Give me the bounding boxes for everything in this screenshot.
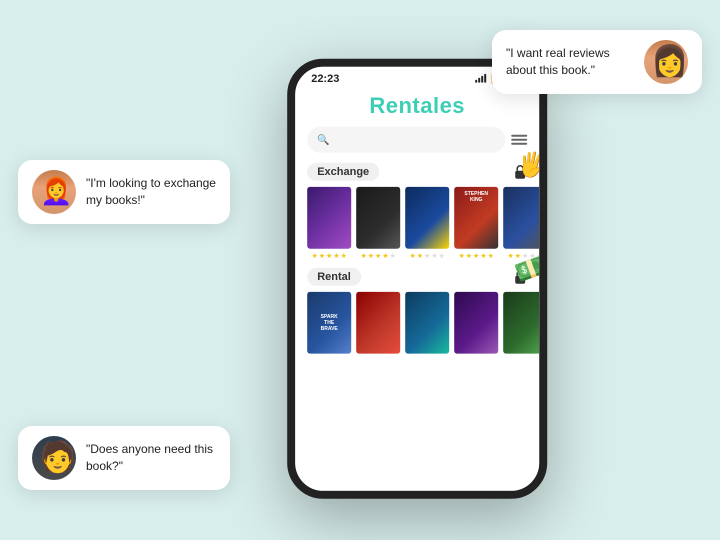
book-item[interactable]: ★★★★★ — [503, 187, 539, 260]
book-item[interactable]: ★★★★★ — [307, 187, 351, 260]
book-cover — [503, 187, 539, 249]
book-item[interactable]: SPARKTHEBRAVE — [307, 292, 351, 354]
book-cover — [405, 292, 449, 354]
bubble-reviews-text: "I want real reviews about this book." — [506, 45, 634, 79]
phone-screen: 22:23 📶 Rentales 🔍 — [295, 67, 539, 491]
book-item[interactable] — [405, 292, 449, 354]
book-cover — [405, 187, 449, 249]
exchange-book-grid: ★★★★★ ★★★★★ ★★★★★ STEP — [295, 187, 539, 260]
book-cover — [503, 292, 539, 354]
book-stars: ★★★★★ — [360, 252, 395, 260]
book-item[interactable] — [454, 292, 498, 354]
book-item[interactable] — [356, 292, 400, 354]
search-icon: 🔍 — [317, 134, 329, 145]
search-input[interactable]: 🔍 — [307, 127, 505, 153]
bubble-exchange-text: "I'm looking to exchange my books!" — [86, 175, 216, 209]
bubble-rental-avatar — [32, 436, 76, 480]
bubble-exchange: "I'm looking to exchange my books!" — [18, 160, 230, 224]
menu-button[interactable] — [511, 135, 527, 145]
status-time: 22:23 — [311, 73, 339, 85]
book-cover — [454, 292, 498, 354]
book-item[interactable]: ★★★★★ — [405, 187, 449, 260]
hand-decoration: 🖐️ — [515, 148, 539, 182]
bubble-exchange-avatar — [32, 170, 76, 214]
rental-book-grid: SPARKTHEBRAVE — [295, 292, 539, 354]
exchange-label: Exchange — [307, 163, 379, 181]
book-stars: ★★★★★ — [458, 252, 493, 260]
phone-mockup: 22:23 📶 Rentales 🔍 — [287, 59, 547, 499]
bubble-rental-text: "Does anyone need this book?" — [86, 441, 216, 475]
app-header: Rentales — [295, 89, 539, 127]
book-cover: SPARKTHEBRAVE — [307, 292, 351, 354]
rental-label: Rental — [307, 268, 361, 286]
search-bar: 🔍 — [307, 127, 527, 153]
bubble-reviews-avatar — [644, 40, 688, 84]
app-title: Rentales — [369, 93, 465, 118]
book-item[interactable]: STEPHENKING ★★★★★ — [454, 187, 498, 260]
book-item[interactable] — [503, 292, 539, 354]
book-cover — [356, 292, 400, 354]
signal-icon — [475, 75, 486, 83]
book-cover — [307, 187, 351, 249]
book-cover: STEPHENKING — [454, 187, 498, 249]
book-cover — [356, 187, 400, 249]
book-stars: ★★★★★ — [409, 252, 444, 260]
bubble-rental: "Does anyone need this book?" — [18, 426, 230, 490]
book-stars: ★★★★★ — [311, 252, 346, 260]
book-item[interactable]: ★★★★★ — [356, 187, 400, 260]
exchange-section-header: Exchange — [307, 163, 527, 181]
bubble-reviews: "I want real reviews about this book." — [492, 30, 702, 94]
rental-section-header: Rental — [307, 268, 527, 286]
